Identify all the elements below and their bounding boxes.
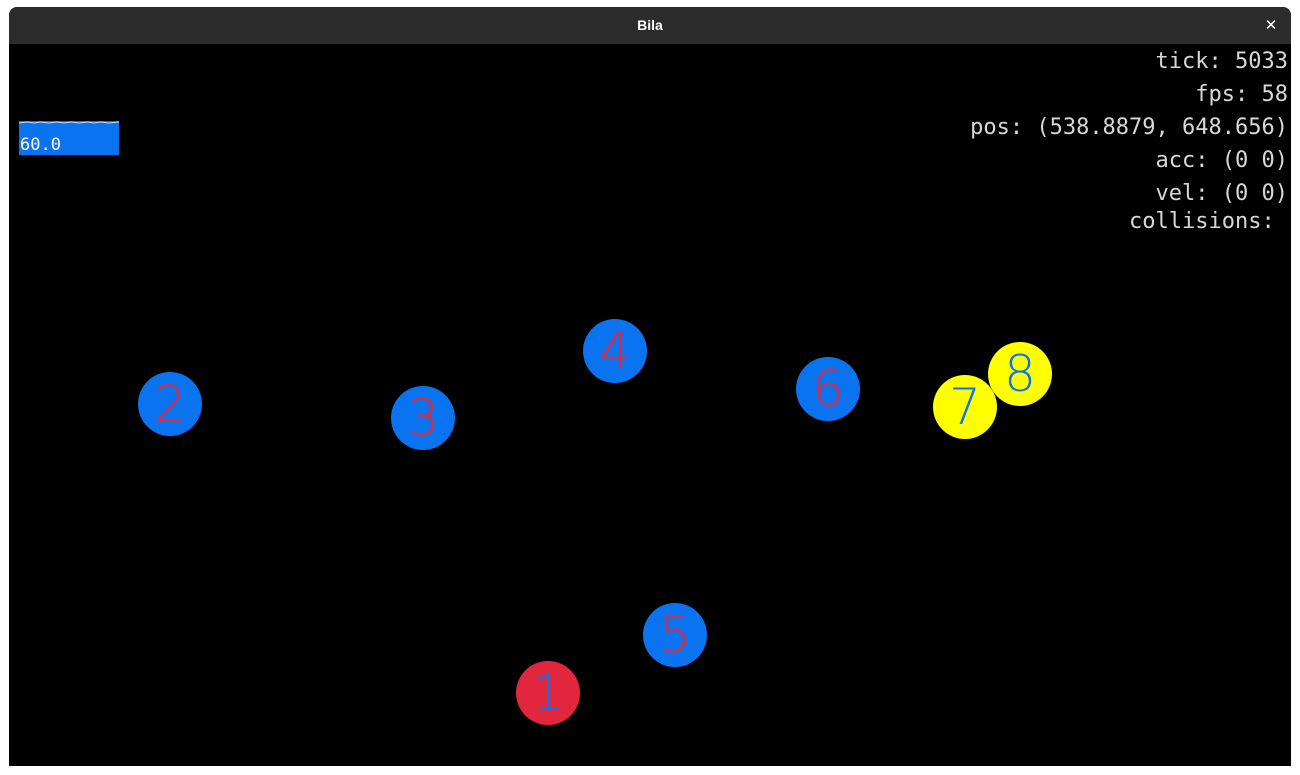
ball-3[interactable]: 3 [391,386,455,450]
fps-readout: fps: 58 [1195,82,1288,107]
fps-graph-value: 60.0 [20,135,61,155]
title-bar[interactable]: Bila ✕ [9,7,1291,44]
ball-4[interactable]: 4 [583,319,647,383]
ball-2[interactable]: 2 [138,372,202,436]
collisions-readout: collisions: [1129,209,1288,234]
position-readout: pos: (538.8879, 648.656) [970,115,1288,140]
fps-graph-line [19,121,119,124]
fps-graph: 60.0 [19,121,119,155]
close-icon[interactable]: ✕ [1259,13,1283,37]
tick-readout: tick: 5033 [1155,49,1288,74]
window-title: Bila [637,17,663,33]
ball-8[interactable]: 8 [988,342,1052,406]
acceleration-readout: acc: (0 0) [1155,148,1288,173]
ball-6[interactable]: 6 [796,357,860,421]
ball-5[interactable]: 5 [643,603,707,667]
velocity-readout: vel: (0 0) [1155,181,1288,206]
ball-7[interactable]: 7 [933,375,997,439]
game-window: Bila ✕ 60.0 tick: 5033 fps: 58 pos: (538… [9,7,1291,766]
ball-1[interactable]: 1 [516,661,580,725]
game-canvas[interactable]: 60.0 tick: 5033 fps: 58 pos: (538.8879, … [9,44,1291,766]
